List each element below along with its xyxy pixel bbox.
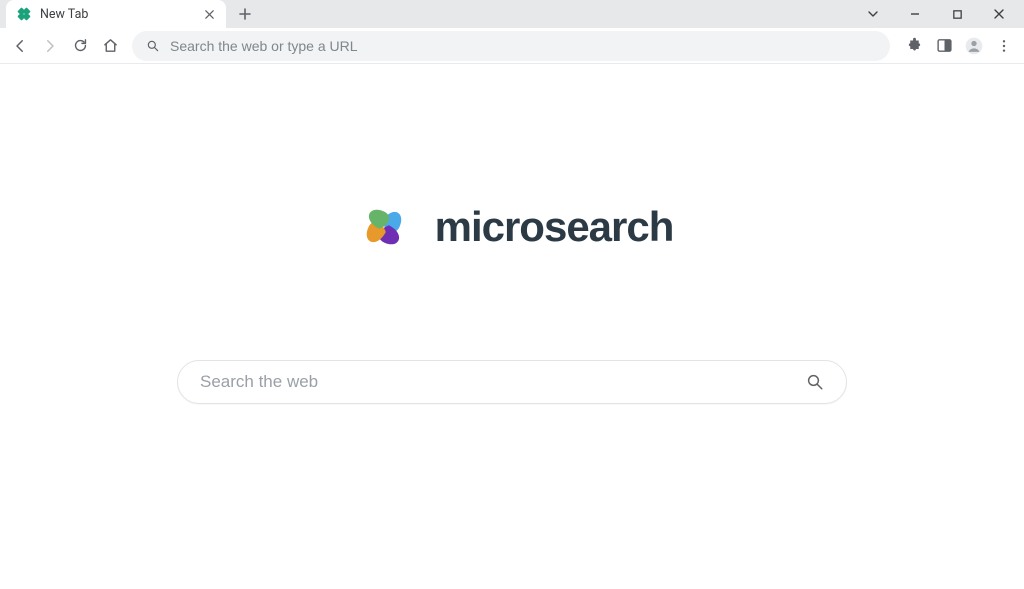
search-button[interactable] <box>806 373 824 391</box>
search-box[interactable] <box>177 360 847 404</box>
brand: microsearch <box>351 194 674 260</box>
search-input[interactable] <box>200 372 806 392</box>
home-button[interactable] <box>96 32 124 60</box>
menu-button[interactable] <box>990 32 1018 60</box>
window-minimize-button[interactable] <box>894 0 936 28</box>
window-close-button[interactable] <box>978 0 1020 28</box>
tab-title: New Tab <box>40 7 194 22</box>
search-icon <box>146 39 160 53</box>
page-content: microsearch <box>0 64 1024 589</box>
back-button[interactable] <box>6 32 34 60</box>
new-tab-button[interactable] <box>232 1 258 27</box>
extensions-button[interactable] <box>900 32 928 60</box>
tab-favicon <box>16 6 32 22</box>
forward-button[interactable] <box>36 32 64 60</box>
profile-button[interactable] <box>960 32 988 60</box>
brand-name: microsearch <box>435 203 674 251</box>
reload-button[interactable] <box>66 32 94 60</box>
brand-logo-icon <box>351 194 417 260</box>
browser-tab[interactable]: New Tab <box>6 0 226 28</box>
overflow-chevron-button[interactable] <box>852 0 894 28</box>
toolbar <box>0 28 1024 64</box>
side-panel-button[interactable] <box>930 32 958 60</box>
close-tab-button[interactable] <box>202 7 216 21</box>
omnibox[interactable] <box>132 31 890 61</box>
window-maximize-button[interactable] <box>936 0 978 28</box>
window-controls <box>852 0 1020 28</box>
tab-strip: New Tab <box>0 0 1024 28</box>
omnibox-input[interactable] <box>170 38 876 54</box>
